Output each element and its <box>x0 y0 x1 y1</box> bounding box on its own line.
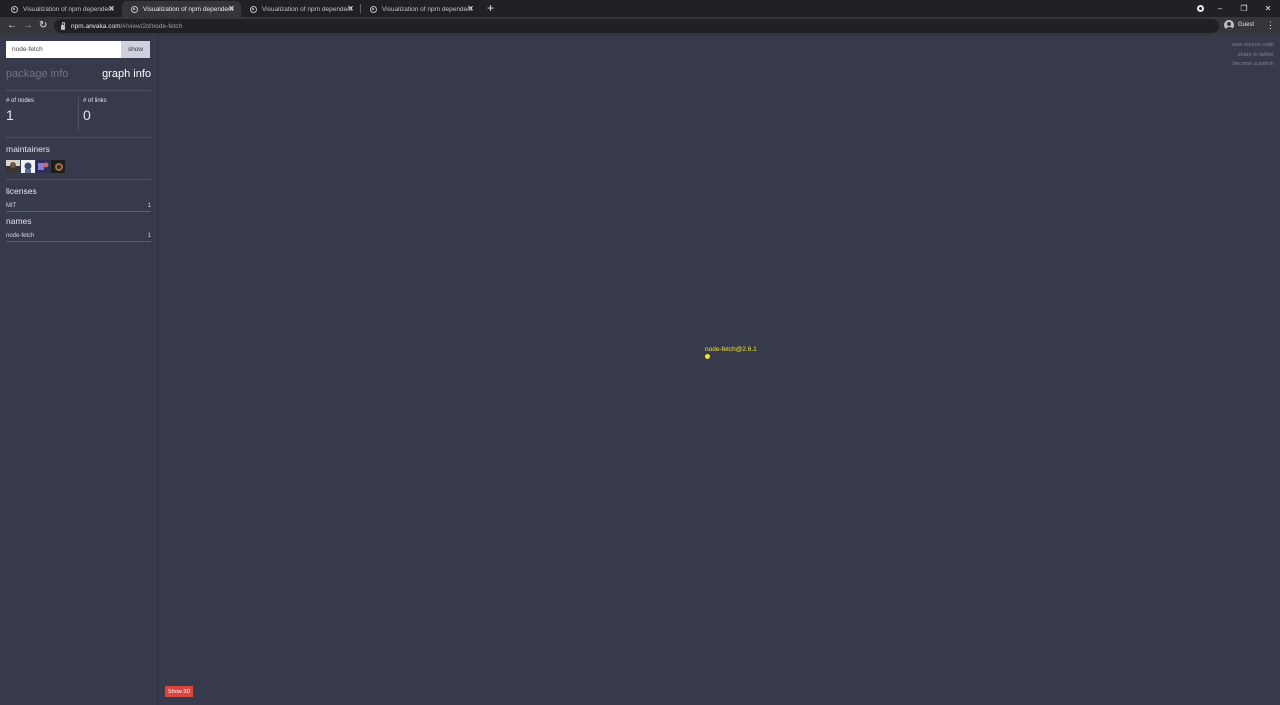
sidebar: show package info graph info # of nodes … <box>0 35 158 705</box>
top-right-links: view source code share to twitter become… <box>1232 41 1275 70</box>
page: show package info graph info # of nodes … <box>0 35 1280 705</box>
nodes-stat: # of nodes 1 <box>6 98 34 123</box>
globe-icon <box>131 5 138 13</box>
forward-icon[interactable]: → <box>23 20 33 32</box>
licenses-title: licenses <box>6 186 37 196</box>
globe-icon <box>370 5 377 13</box>
divider <box>6 137 151 138</box>
back-icon[interactable]: ← <box>7 20 17 32</box>
minimize-icon[interactable]: – <box>1208 4 1232 13</box>
close-icon[interactable]: ✕ <box>467 4 474 14</box>
profile-button[interactable]: Guest <box>1224 20 1254 30</box>
close-icon[interactable]: ✕ <box>347 4 354 14</box>
tab-title: Visualization of npm dependencies <box>143 5 233 13</box>
info-tabs: package info graph info <box>6 68 151 80</box>
globe-icon <box>250 5 257 13</box>
package-count: 1 <box>147 233 151 239</box>
maintainer-avatar[interactable] <box>51 160 65 173</box>
maintainer-avatar[interactable] <box>6 160 20 173</box>
names-title: names <box>6 216 32 226</box>
record-icon[interactable] <box>1197 5 1204 12</box>
reload-icon[interactable]: ↻ <box>39 20 47 32</box>
address-bar[interactable]: npm.anvaka.com /#/view/2d/node-fetch <box>54 19 1219 33</box>
nodes-value: 1 <box>6 107 14 123</box>
tab-graph-info[interactable]: graph info <box>102 68 151 80</box>
account-icon <box>1224 20 1234 30</box>
browser-tab[interactable]: Visualization of npm dependencies ✕ <box>241 1 360 17</box>
globe-icon <box>11 5 18 13</box>
license-row[interactable]: MIT 1 <box>6 203 151 212</box>
links-stat: # of links 0 <box>83 98 107 123</box>
url-host: npm.anvaka.com <box>71 22 121 30</box>
maintainer-avatar[interactable] <box>21 160 35 173</box>
browser-tab-strip: Visualization of npm dependencies ✕ Visu… <box>0 0 1280 17</box>
tab-package-info[interactable]: package info <box>6 68 68 80</box>
show-button[interactable]: show <box>121 41 150 58</box>
show-3d-button[interactable]: Show 3D <box>165 686 194 697</box>
close-window-icon[interactable]: ✕ <box>1256 4 1280 13</box>
license-name: MIT <box>6 203 17 209</box>
search-input[interactable] <box>6 41 121 58</box>
become-patron-link[interactable]: become a patron <box>1232 60 1274 70</box>
window-controls: – ❐ ✕ <box>1208 0 1280 17</box>
search-form: show <box>6 41 150 58</box>
browser-tab[interactable]: Visualization of npm dependencies ✕ <box>361 1 480 17</box>
name-row[interactable]: node-fetch 1 <box>6 233 151 242</box>
divider <box>6 179 151 180</box>
restore-icon[interactable]: ❐ <box>1232 4 1256 13</box>
new-tab-icon[interactable]: + <box>487 1 494 15</box>
more-menu-icon[interactable]: ⋮ <box>1266 20 1275 30</box>
package-name: node-fetch <box>6 233 35 239</box>
maintainers-list <box>6 160 65 173</box>
close-icon[interactable]: ✕ <box>108 4 115 14</box>
browser-toolbar: ← → ↻ npm.anvaka.com /#/view/2d/node-fet… <box>0 17 1280 35</box>
divider <box>6 90 151 91</box>
tab-title: Visualization of npm dependencies <box>382 5 472 13</box>
graph-node[interactable] <box>705 354 710 359</box>
divider <box>78 97 79 130</box>
url-path: /#/view/2d/node-fetch <box>120 22 183 30</box>
share-twitter-link[interactable]: share to twitter <box>1232 51 1274 61</box>
links-value: 0 <box>83 107 91 123</box>
view-source-link[interactable]: view source code <box>1232 41 1275 51</box>
license-count: 1 <box>147 203 151 209</box>
browser-tab-active[interactable]: Visualization of npm dependencies ✕ <box>122 1 241 17</box>
maintainers-title: maintainers <box>6 144 50 154</box>
tab-title: Visualization of npm dependencies <box>262 5 352 13</box>
close-icon[interactable]: ✕ <box>228 4 235 14</box>
tab-title: Visualization of npm dependencies <box>23 5 113 13</box>
node-label[interactable]: node-fetch@2.6.1 <box>705 346 757 353</box>
nodes-label: # of nodes <box>6 98 35 104</box>
links-label: # of links <box>83 98 107 104</box>
maintainer-avatar[interactable] <box>36 160 50 173</box>
profile-label: Guest <box>1238 22 1255 28</box>
lock-icon <box>61 21 65 30</box>
browser-tab[interactable]: Visualization of npm dependencies ✕ <box>2 1 121 17</box>
